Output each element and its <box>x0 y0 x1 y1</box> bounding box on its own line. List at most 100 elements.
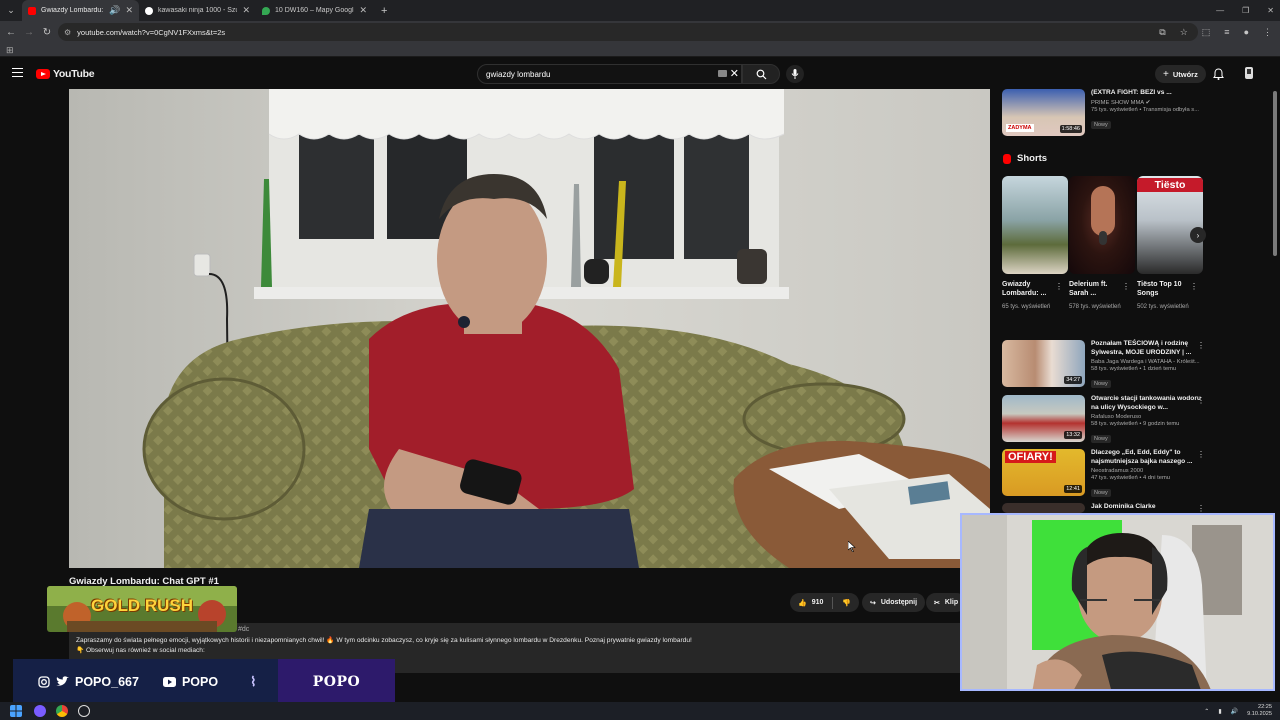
webcam-overlay <box>960 513 1275 691</box>
short-title[interactable]: Delerium ft. Sarah ... <box>1069 280 1125 298</box>
back-icon[interactable]: ← <box>2 27 20 38</box>
recommendation-item[interactable]: 34:27 Poznałam TEŚCIOWĄ i rodzinę Sylwes… <box>1002 340 1201 390</box>
short-title[interactable]: Tiësto Top 10 Songs <box>1137 280 1193 298</box>
volume-icon[interactable]: 🔊 <box>1231 708 1238 715</box>
more-options-icon[interactable]: ⋮ <box>1055 282 1063 291</box>
tab-title: kawasaki ninja 1000 - Szukaj w <box>158 7 238 14</box>
recommendation-title[interactable]: Poznałam TEŚCIOWĄ i rodzinę Sylwestra, M… <box>1091 340 1201 357</box>
thumbs-down-icon[interactable]: 👎 <box>842 599 851 607</box>
thumbs-up-icon: 👍 <box>798 599 807 607</box>
microphone-icon <box>791 69 799 79</box>
tab-title: Gwiazdy Lombardu: Chat G <box>41 7 104 14</box>
extensions-icon[interactable]: ⬚ <box>1202 27 1211 38</box>
close-tab-icon[interactable]: ✕ <box>359 5 367 16</box>
cast-icon[interactable]: ⧉ <box>1159 27 1165 38</box>
more-options-icon[interactable]: ⋮ <box>1197 341 1205 350</box>
chrome-app-icon[interactable] <box>56 705 68 717</box>
reload-icon[interactable]: ↻ <box>38 27 56 38</box>
notifications-bell-icon[interactable] <box>1213 68 1224 80</box>
recommendation-info: Dlaczego „Ed, Edd, Eddy" to najsmutniejs… <box>1091 449 1201 499</box>
more-options-icon[interactable]: ⋮ <box>1190 282 1198 291</box>
voice-search-button[interactable] <box>786 65 804 83</box>
tab-maps[interactable]: 10 DW160 – Mapy Google ✕ <box>256 0 373 21</box>
apps-grid-icon[interactable]: ⊞ <box>6 45 14 56</box>
new-tab-icon[interactable]: + <box>373 5 395 17</box>
share-arrow-icon: ↪ <box>870 599 876 607</box>
clock[interactable]: 22:25 9.10.2025 <box>1247 704 1272 718</box>
shorts-next-button[interactable]: › <box>1190 227 1206 243</box>
tray-chevron-icon[interactable]: ⌃ <box>1204 708 1209 715</box>
tab-youtube[interactable]: Gwiazdy Lombardu: Chat G 🔊 ✕ <box>22 0 139 21</box>
youtube-header: YouTube gwiazdy lombardu ✕ + Utwórz <box>0 58 1280 90</box>
logo-text: YouTube <box>53 68 95 80</box>
recommendation-title[interactable]: (EXTRA FIGHT: BEZI vs ... <box>1091 89 1201 98</box>
short-thumbnail[interactable] <box>1002 176 1068 274</box>
channel-name[interactable]: Baba Jaga Wardega i WATAHA - Króleśt... <box>1091 359 1201 365</box>
channel-name[interactable]: Neostradamus 2000 <box>1091 468 1201 474</box>
tab-search-icon[interactable]: ⌄ <box>0 0 22 21</box>
channel-name[interactable]: Rafaluso Moderuso <box>1091 414 1201 420</box>
video-thumbnail[interactable]: 13:32 <box>1002 395 1085 442</box>
obs-app-icon[interactable] <box>78 705 90 717</box>
more-options-icon[interactable]: ⋮ <box>1197 504 1205 513</box>
video-thumbnail[interactable]: 34:27 <box>1002 340 1085 387</box>
keyboard-icon[interactable] <box>718 70 727 77</box>
bookmark-star-icon[interactable]: ☆ <box>1180 27 1188 38</box>
search-input[interactable]: gwiazdy lombardu ✕ <box>477 64 742 84</box>
site-info-icon[interactable]: ⚙ <box>64 28 71 37</box>
window-controls: — ❐ ✕ <box>1216 0 1274 21</box>
menu-icon[interactable]: ⋮ <box>1263 27 1272 38</box>
like-button[interactable]: 👍 910 👎 <box>790 593 860 612</box>
shorts-header: Shorts <box>1003 153 1047 164</box>
network-icon[interactable]: ▮ <box>1218 708 1221 715</box>
recommendation-item[interactable]: OFIARY! 12:41 Dlaczego „Ed, Edd, Eddy" t… <box>1002 449 1201 499</box>
recommendation-title[interactable]: Jak Dominika Clarke <box>1091 503 1201 512</box>
channel-name[interactable]: PRIME SHOW MMA ✔ <box>1091 100 1201 106</box>
more-options-icon[interactable]: ⋮ <box>1197 396 1205 405</box>
close-tab-icon[interactable]: ✕ <box>125 5 133 16</box>
share-button[interactable]: ↪ Udostępnij <box>862 593 926 612</box>
video-player[interactable] <box>69 89 990 568</box>
short-thumbnail[interactable] <box>1069 176 1135 274</box>
recommendation-title[interactable]: Dlaczego „Ed, Edd, Eddy" to najsmutniejs… <box>1091 449 1201 466</box>
page-scrollbar[interactable] <box>1273 91 1277 256</box>
plus-icon: + <box>1163 68 1169 80</box>
youtube-logo[interactable]: YouTube <box>36 68 95 80</box>
video-meta: 47 tys. wyświetleń • 4 dni temu <box>1091 475 1171 481</box>
speaker-icon[interactable]: 🔊 <box>109 5 120 16</box>
tab-search[interactable]: kawasaki ninja 1000 - Szukaj w ✕ <box>139 0 256 21</box>
chevron-right-icon: › <box>1196 230 1200 240</box>
more-options-icon[interactable]: ⋮ <box>1197 450 1205 459</box>
close-window-icon[interactable]: ✕ <box>1267 6 1274 15</box>
video-thumbnail[interactable] <box>1002 503 1085 513</box>
more-options-icon[interactable]: ⋮ <box>1122 282 1130 291</box>
profile-icon[interactable]: ● <box>1244 27 1249 37</box>
search-button[interactable] <box>742 64 780 84</box>
recommendation-title[interactable]: Otwarcie stacji tankowania wodoru na uli… <box>1091 395 1201 412</box>
description-hashtag[interactable]: #dc <box>238 626 249 633</box>
discord-app-icon[interactable] <box>34 705 46 717</box>
video-frame <box>69 89 990 568</box>
account-avatar-icon[interactable] <box>1242 66 1256 80</box>
media-icon[interactable]: ≡ <box>1224 27 1229 37</box>
short-thumbnail[interactable]: Tiësto <box>1137 176 1203 274</box>
short-title[interactable]: Gwiazdy Lombardu: ... <box>1002 280 1058 298</box>
create-button[interactable]: + Utwórz <box>1155 65 1206 83</box>
close-tab-icon[interactable]: ✕ <box>242 5 250 16</box>
address-bar[interactable]: ⚙ youtube.com/watch?v=0CgNV1FXxms&t=2s <box>58 23 1198 41</box>
short-views: 502 tys. wyświetleń <box>1137 304 1189 310</box>
scissors-icon: ✂ <box>934 599 940 607</box>
recommendation-item[interactable]: 13:32 Otwarcie stacji tankowania wodoru … <box>1002 395 1201 445</box>
clock-date: 9.10.2025 <box>1247 711 1272 717</box>
clear-search-icon[interactable]: ✕ <box>730 67 739 80</box>
recommendation-item[interactable]: ZADYMA 1:58:46 (EXTRA FIGHT: BEZI vs ...… <box>1002 89 1201 136</box>
video-thumbnail[interactable]: OFIARY! 12:41 <box>1002 449 1085 496</box>
guide-menu-icon[interactable] <box>12 68 23 77</box>
youtube-favicon-icon <box>28 6 36 15</box>
video-thumbnail[interactable]: ZADYMA 1:58:46 <box>1002 89 1085 136</box>
recommendation-item[interactable]: Jak Dominika Clarke <box>1002 503 1201 513</box>
minimize-icon[interactable]: — <box>1216 6 1224 15</box>
windows-start-icon[interactable] <box>10 705 22 717</box>
maximize-icon[interactable]: ❐ <box>1242 6 1249 15</box>
forward-icon[interactable]: → <box>20 27 38 38</box>
